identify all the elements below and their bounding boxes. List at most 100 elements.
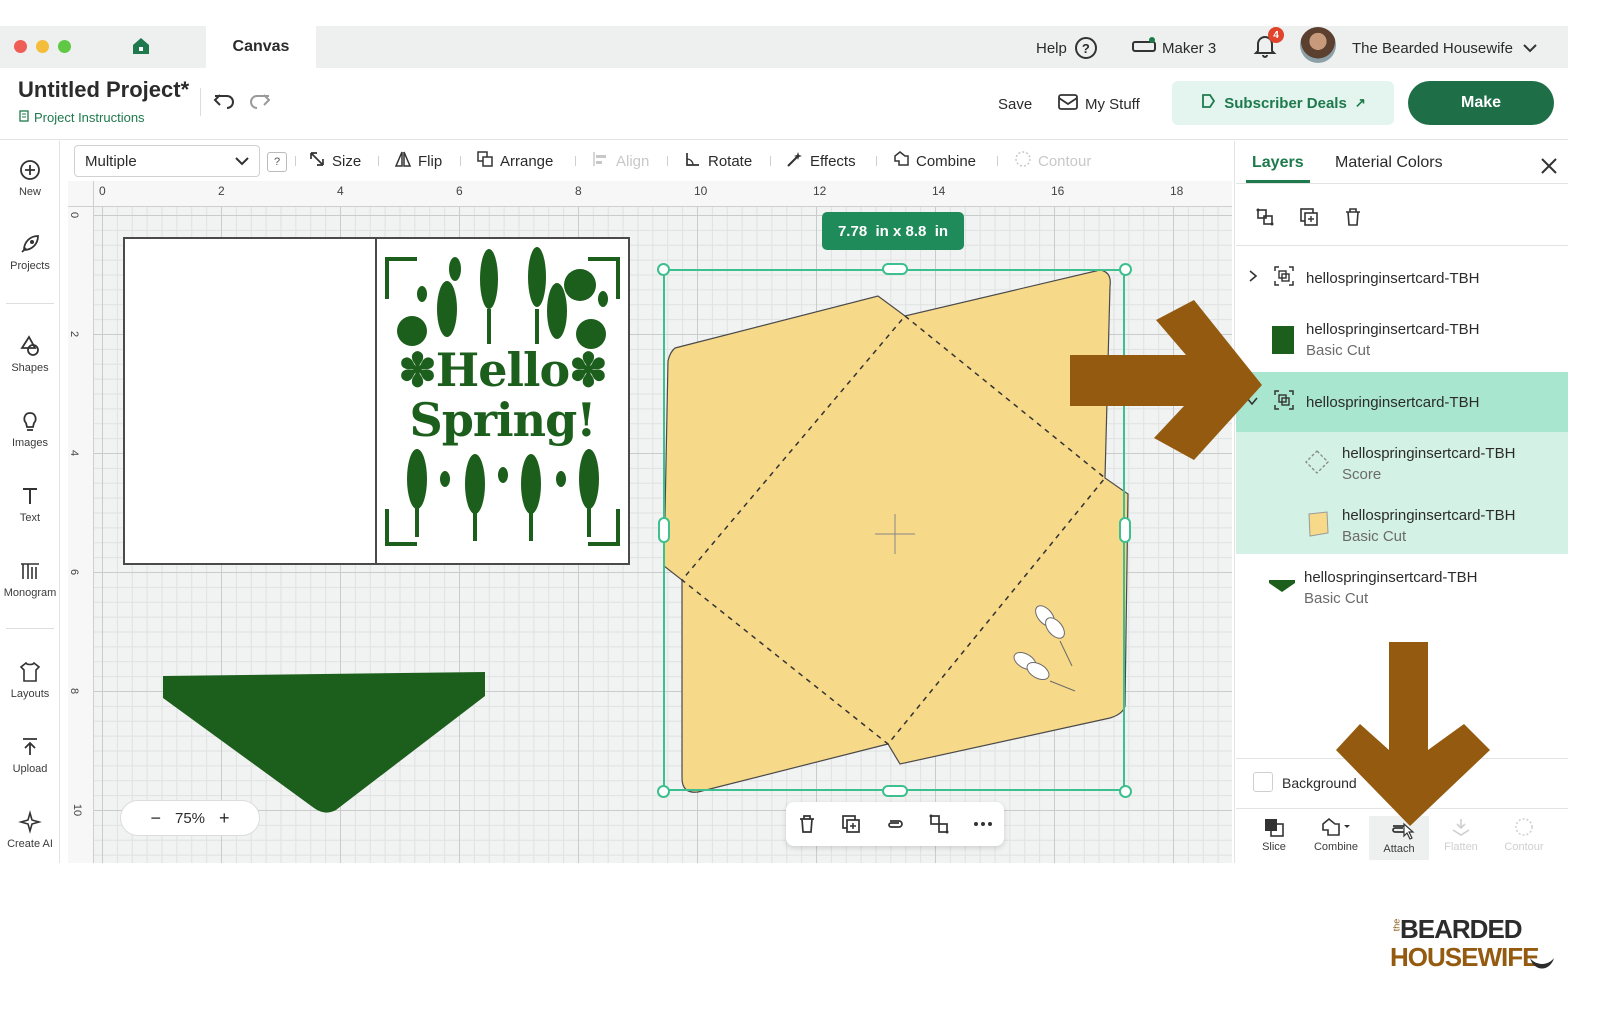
resize-handle-br[interactable] <box>1119 785 1132 798</box>
sidebar-item-create-ai[interactable]: Create AI <box>0 810 60 850</box>
trash-icon[interactable] <box>796 813 818 835</box>
flip-label: Flip <box>418 152 443 170</box>
sidebar-item-label: Images <box>11 437 49 449</box>
attach-icon[interactable] <box>884 813 906 835</box>
help-menu[interactable]: Help ? <box>1036 36 1097 60</box>
document-icon <box>19 110 29 125</box>
slice-button[interactable]: Slice <box>1244 816 1304 853</box>
sidebar-item-label: Monogram <box>3 587 57 599</box>
flip-button[interactable]: Flip <box>394 150 442 172</box>
resize-handle-tl[interactable] <box>657 263 670 276</box>
sidebar-item-monogram[interactable]: Monogram <box>0 559 60 599</box>
size-button[interactable]: Size <box>308 150 361 172</box>
mouse-cursor-icon <box>1403 822 1415 840</box>
my-stuff-button[interactable]: My Stuff <box>1058 92 1140 116</box>
close-panel-icon[interactable] <box>1540 157 1558 175</box>
sidebar-item-layouts[interactable]: Layouts <box>0 660 60 700</box>
effects-button[interactable]: Effects <box>786 150 856 172</box>
flatten-label: Flatten <box>1444 841 1478 853</box>
ruler-left-label: 2 <box>68 330 81 338</box>
selection-quick-toolbar <box>786 802 1004 846</box>
combine-label: Combine <box>916 152 977 170</box>
contour-panel-button[interactable]: Contour <box>1494 816 1554 853</box>
dimension-text: 7.78 in x 8.8 in <box>837 222 949 240</box>
home-icon[interactable] <box>130 35 152 57</box>
user-menu[interactable]: The Bearded Housewife <box>1352 36 1537 60</box>
contour-button[interactable]: Contour <box>1014 150 1091 172</box>
operation-select[interactable]: Multiple <box>74 145 260 177</box>
save-button[interactable]: Save <box>998 92 1032 116</box>
flip-icon <box>394 150 412 172</box>
zoom-in-button[interactable]: + <box>219 808 230 829</box>
brand-watermark-logo: the BEARDED HOUSEWIFE <box>1390 912 1560 984</box>
align-button[interactable]: Align <box>592 150 649 172</box>
layer-row[interactable]: hellospringinsertcard-TBH Basic Cut <box>1236 498 1568 554</box>
my-stuff-label: My Stuff <box>1085 95 1140 113</box>
tab-layers[interactable]: Layers <box>1252 154 1304 172</box>
layer-row-selected[interactable]: hellospringinsertcard-TBH <box>1236 380 1568 424</box>
card-blank-panel[interactable] <box>123 237 377 565</box>
close-window-button[interactable] <box>14 40 27 53</box>
contour-label: Contour <box>1038 152 1092 170</box>
rotate-button[interactable]: Rotate <box>684 150 752 172</box>
subscriber-deals-button[interactable]: Subscriber Deals ↗ <box>1172 81 1394 125</box>
duplicate-icon[interactable] <box>840 813 862 835</box>
sidebar-item-text[interactable]: Text <box>0 484 60 524</box>
resize-handle-tr[interactable] <box>1119 263 1132 276</box>
zoom-control: − 75% + <box>120 800 260 836</box>
avatar[interactable] <box>1300 27 1336 63</box>
minimize-window-button[interactable] <box>36 40 49 53</box>
maximize-window-button[interactable] <box>58 40 71 53</box>
ruler-top-label: 18 <box>1170 184 1184 198</box>
sidebar-item-shapes[interactable]: Shapes <box>0 334 60 374</box>
resize-handle-right[interactable] <box>1119 517 1131 543</box>
resize-handle-bottom[interactable] <box>882 785 908 797</box>
operation-select-value: Multiple <box>85 152 137 170</box>
layer-row[interactable]: hellospringinsertcard-TBH <box>1236 258 1568 298</box>
delete-layer-icon[interactable] <box>1342 206 1364 233</box>
project-title[interactable]: Untitled Project* <box>18 77 189 103</box>
resize-handle-top[interactable] <box>882 263 908 275</box>
layer-operation: Basic Cut <box>1306 342 1371 359</box>
layer-row[interactable]: hellospringinsertcard-TBH Score <box>1236 436 1568 492</box>
tab-canvas[interactable]: Canvas <box>206 26 316 68</box>
more-options-icon[interactable] <box>972 813 994 835</box>
layer-row[interactable]: hellospringinsertcard-TBH Basic Cut <box>1236 312 1568 368</box>
zoom-out-button[interactable]: − <box>150 808 161 829</box>
sidebar-item-projects[interactable]: Projects <box>0 232 60 272</box>
sidebar-item-new[interactable]: New <box>0 158 60 198</box>
operation-help-button[interactable]: ? <box>267 152 287 172</box>
group-icon[interactable] <box>1254 206 1276 233</box>
chevron-right-icon[interactable] <box>1248 269 1258 287</box>
layer-swatch-green-triangle <box>1268 578 1296 599</box>
magic-wand-icon <box>786 150 804 172</box>
sidebar-item-label: Create AI <box>7 838 53 850</box>
card-hello-spring-panel[interactable]: ✽Hello✽ Spring! <box>375 237 630 565</box>
toolbar-divider <box>876 156 877 166</box>
vertical-divider <box>200 88 201 116</box>
ungroup-icon[interactable] <box>928 813 950 835</box>
text-icon <box>23 488 37 504</box>
ruler-vertical <box>68 181 94 863</box>
duplicate-layer-icon[interactable] <box>1298 206 1320 233</box>
project-instructions-link[interactable]: Project Instructions <box>19 110 145 125</box>
layer-swatch-yellow <box>1306 510 1330 542</box>
sidebar-item-images[interactable]: Images <box>0 409 60 449</box>
watermark-line2: HOUSEWIFE <box>1390 942 1539 972</box>
combine-button[interactable]: Combine <box>892 150 976 172</box>
resize-handle-bl[interactable] <box>657 785 670 798</box>
background-checkbox[interactable] <box>1253 772 1273 792</box>
redo-icon[interactable] <box>248 90 272 112</box>
upload-icon <box>23 738 37 755</box>
layer-row[interactable]: hellospringinsertcard-TBH Basic Cut <box>1236 560 1568 616</box>
machine-selector[interactable]: Maker 3 <box>1132 36 1216 60</box>
undo-icon[interactable] <box>212 90 236 112</box>
tab-material-colors[interactable]: Material Colors <box>1335 154 1443 172</box>
arrange-button[interactable]: Arrange <box>476 150 553 172</box>
resize-handle-left[interactable] <box>658 517 670 543</box>
sidebar-item-upload[interactable]: Upload <box>0 735 60 775</box>
group-layer-icon <box>1272 264 1296 293</box>
rotate-label: Rotate <box>708 152 753 170</box>
make-button[interactable]: Make <box>1408 81 1554 125</box>
green-pocket-shape[interactable] <box>160 668 490 816</box>
